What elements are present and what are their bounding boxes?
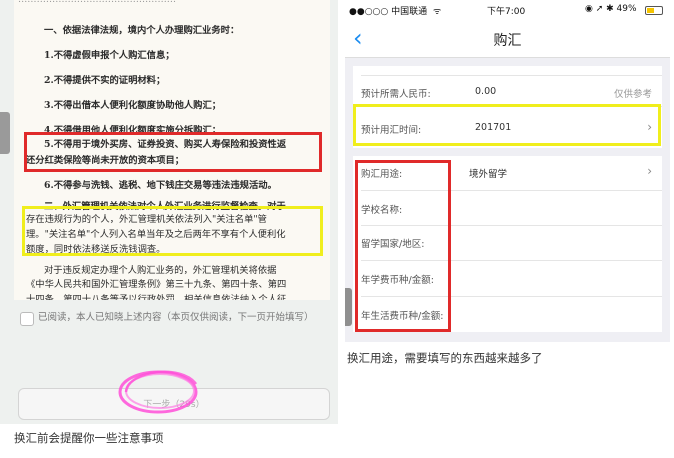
- scroll-handle[interactable]: [345, 288, 352, 326]
- status-indicators: ◉ ➚ ✱ 49%: [585, 4, 637, 14]
- doc-line: 十四条、第四十八条等予以行政处罚，相关信息依法纳入个人征: [26, 294, 287, 300]
- caption-left: 换汇前会提醒你一些注意事项: [14, 431, 164, 445]
- estimate-value: 0.00: [475, 86, 497, 97]
- battery-icon: [645, 6, 663, 15]
- agree-text: 已阅读，本人已知晓上述内容（本页仅供阅读，下一页开始填写）: [38, 312, 314, 323]
- agree-checkbox[interactable]: [20, 312, 34, 326]
- status-bar: ●●○○○ 中国联通 ᯤ 下午7:00 ◉ ➚ ✱ 49%: [345, 0, 670, 20]
- red-highlight-box: [355, 160, 451, 332]
- agree-row[interactable]: 已阅读，本人已知晓上述内容（本页仅供阅读，下一页开始填写）: [14, 306, 330, 356]
- caption-right: 换汇用途，需要填写的东西越来越多了: [347, 351, 543, 365]
- page-title: 购汇: [493, 33, 522, 49]
- yellow-highlight-box: [22, 206, 323, 256]
- pink-circle-annotation: [118, 370, 198, 414]
- carrier-label: ●●○○○ 中国联通: [349, 7, 428, 17]
- doc-line: 1.不得虚假申报个人购汇信息；: [44, 50, 175, 61]
- purpose-value: 境外留学: [469, 169, 508, 180]
- right-screenshot: ●●○○○ 中国联通 ᯤ 下午7:00 ◉ ➚ ✱ 49% ‹ 购汇 预计所需人…: [345, 0, 670, 342]
- estimate-note: 仅供参考: [613, 89, 652, 100]
- status-time: 下午7:00: [487, 7, 526, 17]
- chevron-right-icon: ›: [647, 164, 652, 178]
- doc-line: 2.不得提供不实的证明材料；: [44, 75, 166, 86]
- estimate-label: 预计所需人民币:: [361, 89, 431, 100]
- divider: [361, 75, 662, 76]
- doc-line: 一、依据法律法规，境内个人办理购汇业务时：: [44, 25, 240, 36]
- nav-bar: ‹ 购汇: [345, 20, 670, 58]
- doc-line-cut: ……………………………………………: [18, 0, 176, 8]
- red-highlight-box: [24, 132, 322, 172]
- scroll-handle[interactable]: [0, 112, 10, 154]
- yellow-highlight-box: [353, 104, 661, 146]
- left-screenshot: …………………………………………… 一、依据法律法规，境内个人办理购汇业务时： …: [0, 0, 338, 424]
- doc-line: 3.不得出借本人便利化额度协助他人购汇；: [44, 100, 222, 111]
- wifi-icon: ᯤ: [433, 7, 442, 17]
- doc-line: 6.不得参与洗钱、逃税、地下钱庄交易等违法违规活动。: [44, 180, 277, 191]
